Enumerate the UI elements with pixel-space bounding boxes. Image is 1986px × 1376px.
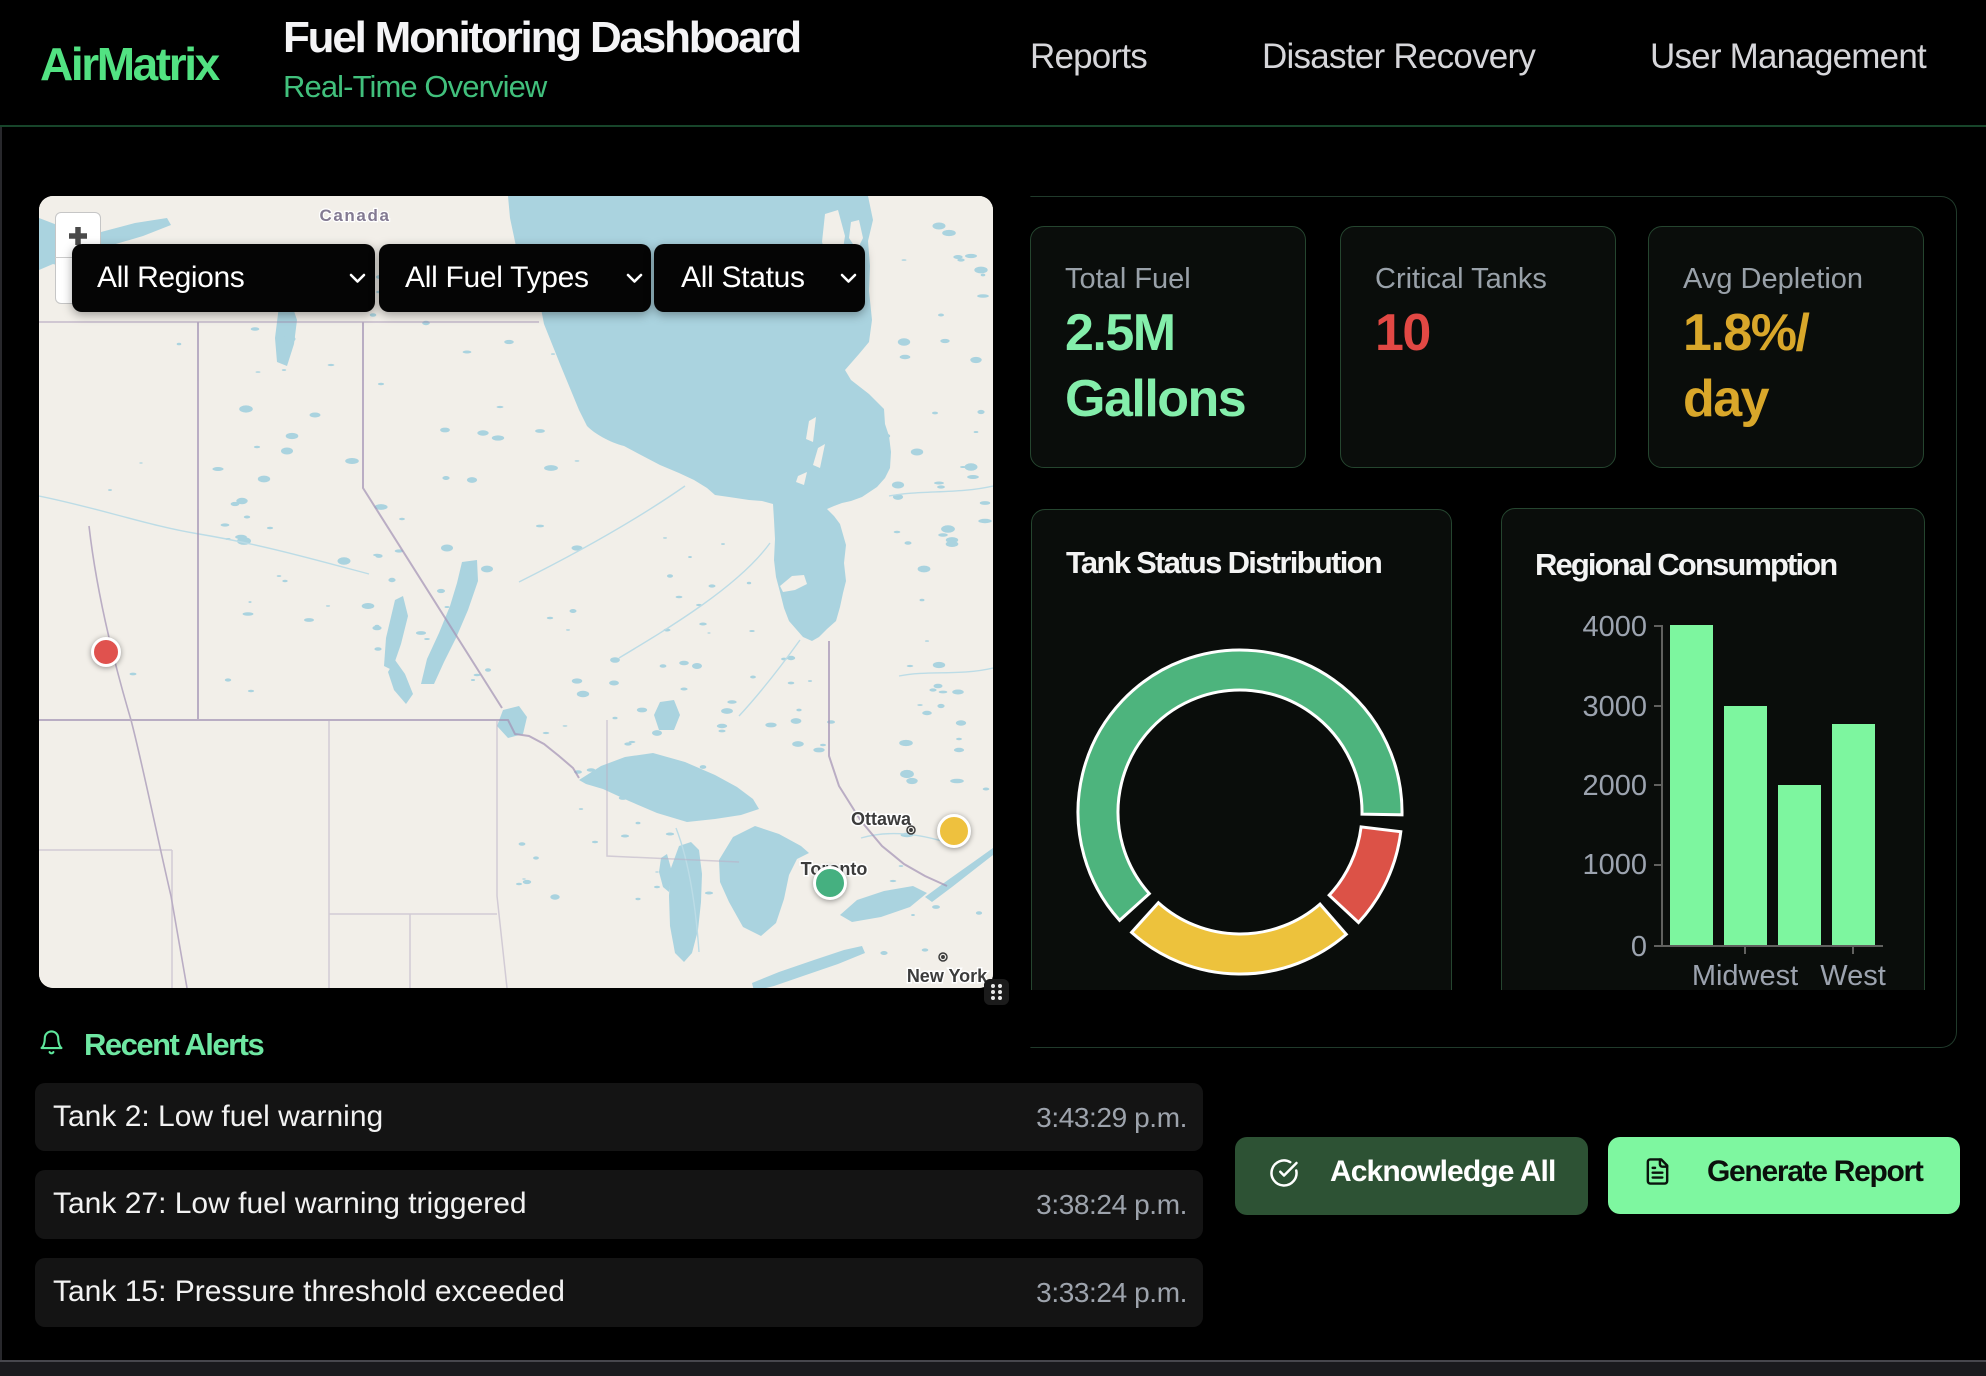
svg-text:Midwest: Midwest [1692, 960, 1798, 990]
svg-text:0: 0 [1631, 931, 1647, 963]
svg-text:4000: 4000 [1582, 611, 1647, 643]
svg-text:3000: 3000 [1582, 691, 1647, 723]
svg-text:2000: 2000 [1582, 770, 1647, 802]
svg-text:West: West [1820, 960, 1886, 990]
svg-text:New York: New York [907, 966, 988, 986]
svg-text:1000: 1000 [1582, 849, 1647, 881]
svg-text:Canada: Canada [319, 206, 390, 225]
svg-text:Ottawa: Ottawa [851, 809, 912, 829]
